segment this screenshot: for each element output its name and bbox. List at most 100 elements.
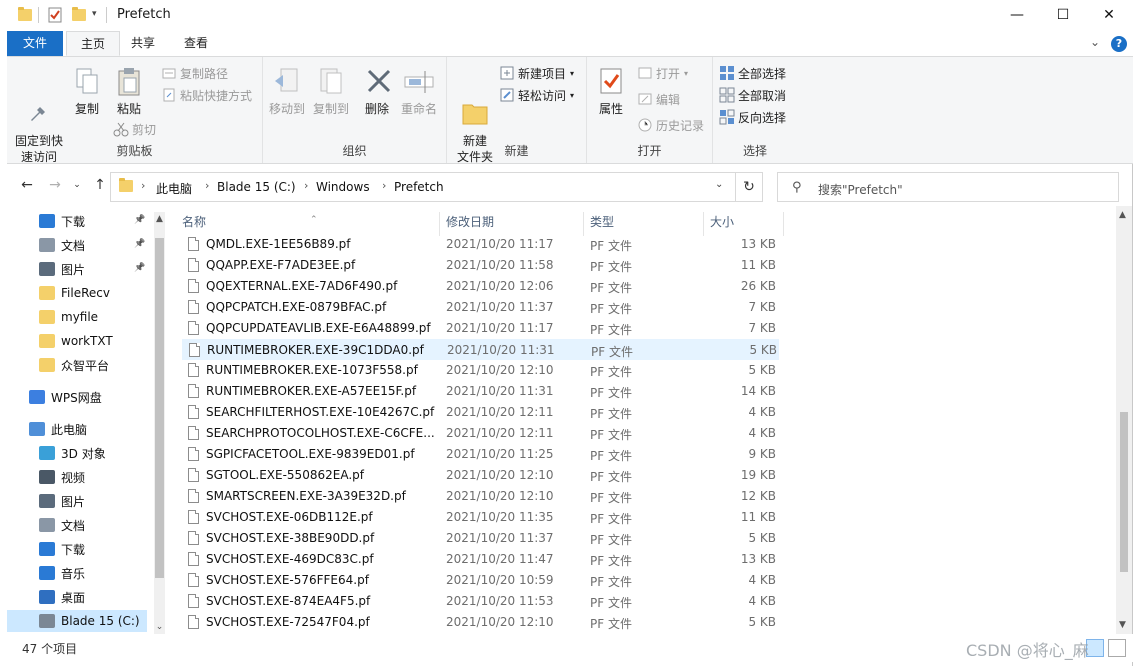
- column-header-name[interactable]: 名称 ⌃: [176, 212, 440, 236]
- table-row[interactable]: QQAPP.EXE-F7ADE3EE.pf 2021/10/20 11:58 PF …: [182, 255, 779, 276]
- back-arrow-icon[interactable]: ←: [17, 177, 37, 197]
- table-row[interactable]: RUNTIMEBROKER.EXE-1073F558.pf 2021/10/20 …: [182, 360, 779, 381]
- address-bar[interactable]: › 此电脑 › Blade 15 (C:) › Windows › Prefet…: [110, 172, 740, 202]
- nav-item[interactable]: Blade 15 (C:): [7, 610, 147, 632]
- invert-selection-button[interactable]: 反向选择: [719, 107, 786, 127]
- copy-path-button[interactable]: 复制路径: [161, 63, 228, 83]
- table-row[interactable]: SEARCHPROTOCOLHOST.EXE-C6CFE... 2021/10/2…: [182, 423, 779, 444]
- column-header-size[interactable]: 大小: [704, 212, 784, 236]
- scrollbar-thumb[interactable]: [155, 238, 164, 578]
- rename-button[interactable]: 重命名: [399, 65, 439, 117]
- scroll-up-icon[interactable]: ▲: [1119, 210, 1126, 220]
- file-date: 2021/10/20 12:06: [446, 279, 554, 293]
- nav-item[interactable]: 视频: [7, 466, 85, 488]
- paste-shortcut-label: 粘贴快捷方式: [180, 88, 253, 103]
- tab-share[interactable]: 共享: [117, 31, 169, 56]
- breadcrumb-windows[interactable]: Windows: [316, 180, 370, 194]
- nav-item[interactable]: WPS网盘: [7, 386, 102, 408]
- nav-item[interactable]: 3D 对象: [7, 442, 106, 464]
- history-button[interactable]: 历史记录: [637, 115, 704, 135]
- nav-item[interactable]: 图片: [7, 258, 85, 280]
- maximize-button[interactable]: ☐: [1040, 0, 1086, 30]
- breadcrumb-prefetch[interactable]: Prefetch: [394, 180, 444, 194]
- cut-button[interactable]: 剪切: [113, 119, 156, 139]
- breadcrumb-this-pc[interactable]: 此电脑: [156, 180, 192, 197]
- nav-item[interactable]: FileRecv: [7, 282, 110, 304]
- select-none-button[interactable]: 全部取消: [719, 85, 786, 105]
- breadcrumb-drive[interactable]: Blade 15 (C:): [217, 180, 296, 194]
- table-row[interactable]: QMDL.EXE-1EE56B89.pf 2021/10/20 11:17 PF 文…: [182, 234, 779, 255]
- column-header-type[interactable]: 类型: [584, 212, 704, 236]
- table-row[interactable]: RUNTIMEBROKER.EXE-A57EE15F.pf 2021/10/20 …: [182, 381, 779, 402]
- customize-quick-access-icon[interactable]: ▾: [92, 9, 106, 25]
- table-row[interactable]: SEARCHFILTERHOST.EXE-10E4267C.pf 2021/10/…: [182, 402, 779, 423]
- table-row[interactable]: QQPCPATCH.EXE-0879BFAC.pf 2021/10/20 11:3…: [182, 297, 779, 318]
- paste-button[interactable]: 粘贴: [111, 65, 147, 117]
- table-row[interactable]: SVCHOST.EXE-576FFE64.pf 2021/10/20 10:59 P…: [182, 570, 779, 591]
- close-button[interactable]: ✕: [1086, 0, 1132, 30]
- table-row[interactable]: SMARTSCREEN.EXE-3A39E32D.pf 2021/10/20 12…: [182, 486, 779, 507]
- recent-locations-icon[interactable]: ⌄: [67, 180, 87, 200]
- minimize-button[interactable]: —: [994, 0, 1040, 30]
- properties-quick-icon[interactable]: [48, 7, 62, 23]
- nav-item[interactable]: 此电脑: [7, 418, 87, 440]
- move-to-button[interactable]: 移动到: [267, 65, 307, 117]
- scroll-up-icon[interactable]: ▲: [154, 214, 165, 224]
- table-row[interactable]: SGTOOL.EXE-550862EA.pf 2021/10/20 12:10 PF…: [182, 465, 779, 486]
- help-icon[interactable]: ?: [1111, 36, 1127, 52]
- scrollbar-thumb[interactable]: [1120, 412, 1128, 572]
- navigation-pane: 下载 📌 文档 📌 图片 📌 FileRecv myfile workTXT 众智平台 WPS网盘此…: [7, 206, 165, 634]
- search-input[interactable]: ⚲ 搜索"Prefetch": [777, 172, 1119, 202]
- paste-shortcut-button[interactable]: 粘贴快捷方式: [161, 85, 252, 105]
- select-all-button[interactable]: 全部选择: [719, 63, 786, 83]
- tab-view[interactable]: 查看: [170, 31, 222, 56]
- new-item-button[interactable]: 新建项目 ▾: [499, 63, 574, 83]
- table-row[interactable]: SVCHOST.EXE-06DB112E.pf 2021/10/20 11:35 P…: [182, 507, 779, 528]
- nav-item[interactable]: 文档: [7, 514, 85, 536]
- table-row[interactable]: RUNTIMEBROKER.EXE-39C1DDA0.pf 2021/10/20 …: [182, 339, 779, 360]
- open-button[interactable]: 打开 ▾: [637, 63, 688, 83]
- file-type: PF 文件: [590, 449, 632, 463]
- properties-button[interactable]: 属性: [593, 65, 629, 117]
- forward-arrow-icon[interactable]: →: [45, 177, 65, 197]
- file-date: 2021/10/20 11:31: [446, 384, 554, 398]
- delete-button[interactable]: 删除: [363, 65, 391, 117]
- table-row[interactable]: QQEXTERNAL.EXE-7AD6F490.pf 2021/10/20 12:…: [182, 276, 779, 297]
- large-icons-view-icon[interactable]: [1108, 639, 1126, 657]
- copy-button[interactable]: 复制: [69, 65, 105, 117]
- refresh-icon[interactable]: ↻: [735, 172, 763, 202]
- easy-access-button[interactable]: 轻松访问 ▾: [499, 85, 574, 105]
- nav-item[interactable]: workTXT: [7, 330, 113, 352]
- table-row[interactable]: SVCHOST.EXE-38BE90DD.pf 2021/10/20 11:37 P…: [182, 528, 779, 549]
- ribbon-tabs: 文件 主页 共享 查看 ⌄ ?: [0, 31, 1133, 57]
- file-name: SVCHOST.EXE-469DC83C.pf: [206, 552, 374, 566]
- table-row[interactable]: SVCHOST.EXE-72547F04.pf 2021/10/20 12:10 P…: [182, 612, 779, 633]
- nav-item[interactable]: 音乐: [7, 562, 85, 584]
- table-row[interactable]: SVCHOST.EXE-469DC83C.pf 2021/10/20 11:47 P…: [182, 549, 779, 570]
- new-folder-quick-icon[interactable]: [72, 7, 86, 23]
- edit-button[interactable]: 编辑: [637, 89, 680, 109]
- scroll-down-icon[interactable]: ▼: [1119, 620, 1126, 630]
- expand-ribbon-icon[interactable]: ⌄: [1090, 35, 1100, 49]
- table-row[interactable]: QQPCUPDATEAVLIB.EXE-E6A48899.pf 2021/10/2…: [182, 318, 779, 339]
- nav-item[interactable]: 桌面: [7, 586, 85, 608]
- nav-item[interactable]: 下载: [7, 210, 85, 232]
- tab-home[interactable]: 主页: [66, 31, 121, 56]
- table-row[interactable]: SGPICFACETOOL.EXE-9839ED01.pf 2021/10/20 …: [182, 444, 779, 465]
- table-row[interactable]: SVCHOST.EXE-874EA4F5.pf 2021/10/20 11:53 P…: [182, 591, 779, 612]
- properties-label: 属性: [598, 102, 623, 116]
- navigation-pane-scrollbar[interactable]: ▲ ⌄: [154, 212, 165, 634]
- nav-item[interactable]: 下载: [7, 538, 85, 560]
- nav-item[interactable]: 众智平台: [7, 354, 109, 376]
- file-icon: [188, 384, 199, 398]
- column-header-date[interactable]: 修改日期: [440, 212, 584, 236]
- up-arrow-icon[interactable]: ↑: [90, 177, 110, 197]
- scroll-down-icon[interactable]: ⌄: [154, 622, 165, 632]
- copy-to-button[interactable]: 复制到: [311, 65, 351, 117]
- nav-item[interactable]: 图片: [7, 490, 85, 512]
- nav-item[interactable]: 文档: [7, 234, 85, 256]
- tab-file[interactable]: 文件: [7, 31, 64, 56]
- chevron-down-icon[interactable]: ⌄: [715, 179, 723, 190]
- file-list-scrollbar[interactable]: ▲ ▼: [1116, 206, 1132, 634]
- nav-item[interactable]: myfile: [7, 306, 98, 328]
